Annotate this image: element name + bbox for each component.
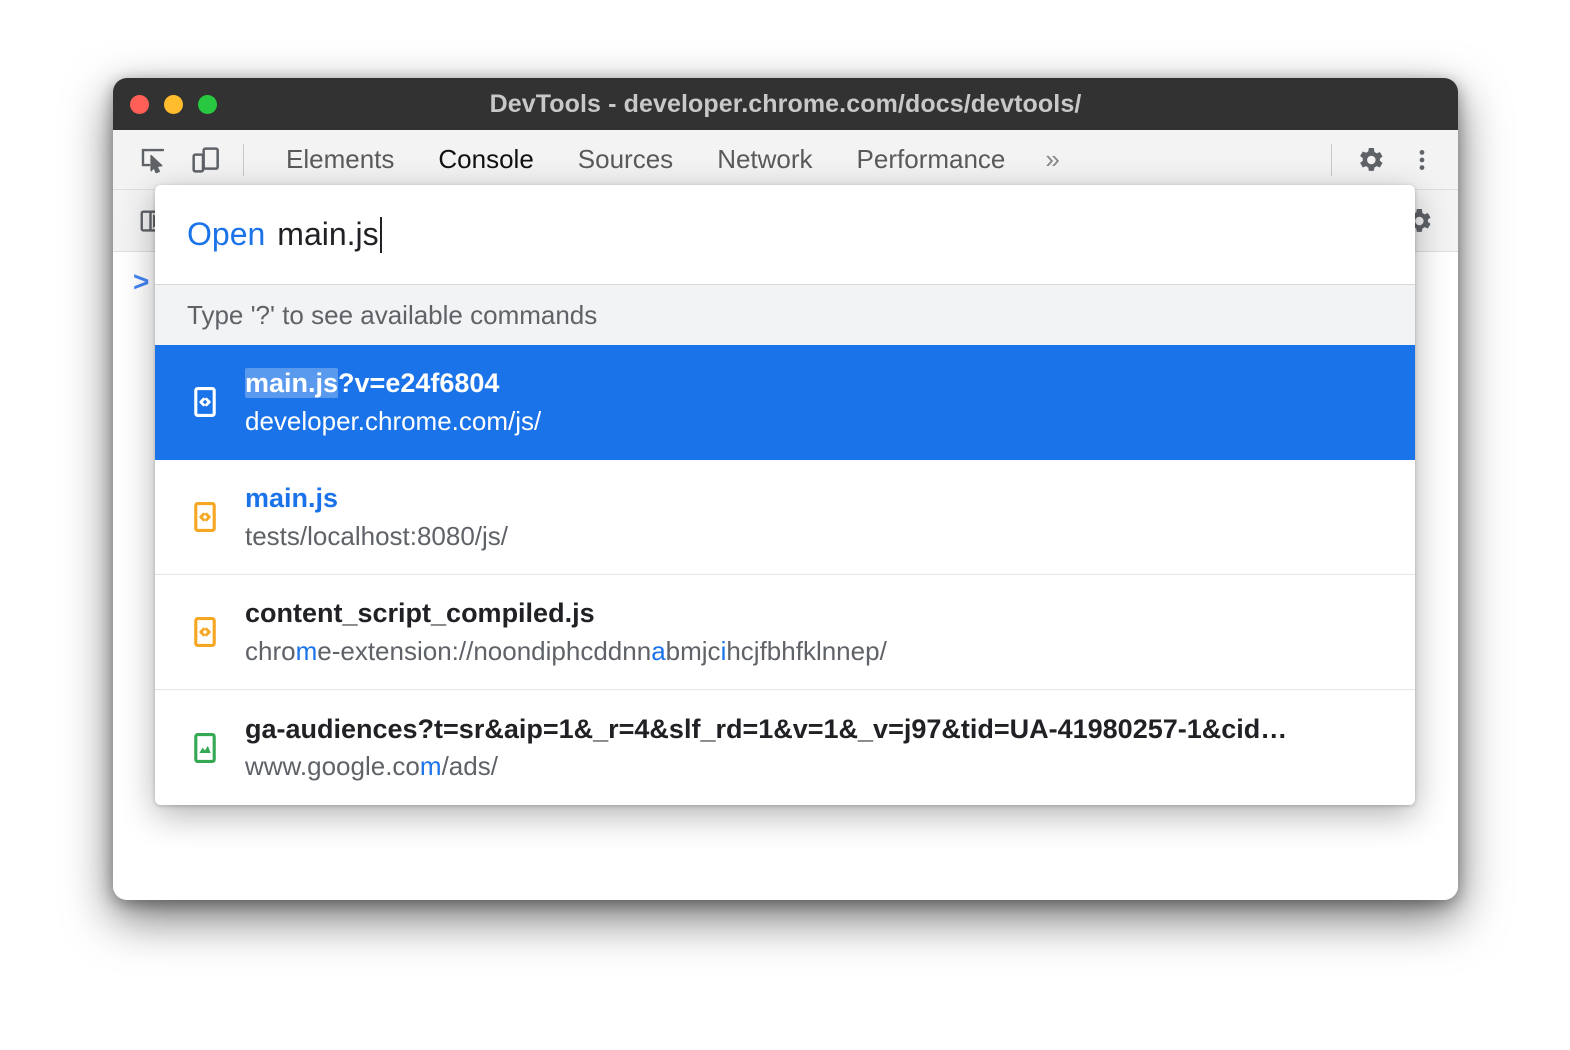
- image-file-icon: [183, 731, 227, 765]
- result-text-block: ga-audiences?t=sr&aip=1&_r=4&slf_rd=1&v=…: [245, 711, 1287, 785]
- tab-console[interactable]: Console: [416, 138, 555, 181]
- devtools-main-toolbar: Elements Console Sources Network Perform…: [113, 130, 1458, 190]
- command-menu-dialog: Open main.js Type '?' to see available c…: [155, 185, 1415, 805]
- script-file-icon: [183, 385, 227, 419]
- command-prefix-label: Open: [187, 216, 265, 253]
- text-caret: [380, 217, 382, 253]
- result-text-block: main.jstests/localhost:8080/js/: [245, 480, 508, 554]
- device-toolbar-icon[interactable]: [179, 136, 231, 184]
- toolbar-divider-right: [1331, 144, 1332, 176]
- command-menu-results: main.js?v=e24f6804developer.chrome.com/j…: [155, 345, 1415, 805]
- tab-network[interactable]: Network: [695, 138, 834, 181]
- script-file-icon: [183, 500, 227, 534]
- tab-elements[interactable]: Elements: [264, 138, 416, 181]
- toolbar-right-group: [1319, 136, 1458, 184]
- command-menu-result-row[interactable]: content_script_compiled.jschrome-extensi…: [155, 575, 1415, 690]
- command-menu-result-row[interactable]: main.js?v=e24f6804developer.chrome.com/j…: [155, 345, 1415, 460]
- result-text-block: main.js?v=e24f6804developer.chrome.com/j…: [245, 365, 541, 439]
- devtools-panel-tabs: Elements Console Sources Network Perform…: [264, 138, 1078, 181]
- traffic-light-buttons: [130, 78, 217, 130]
- console-prompt-arrow-icon: >: [133, 268, 149, 296]
- result-subtitle: www.google.com/ads/: [245, 749, 1287, 784]
- command-menu-input-row[interactable]: Open main.js: [155, 185, 1415, 285]
- result-title: ga-audiences?t=sr&aip=1&_r=4&slf_rd=1&v=…: [245, 711, 1287, 747]
- gear-icon[interactable]: [1344, 136, 1396, 184]
- window-titlebar: DevTools - developer.chrome.com/docs/dev…: [113, 78, 1458, 130]
- inspect-element-icon[interactable]: [127, 136, 179, 184]
- more-tabs-icon[interactable]: »: [1027, 140, 1077, 179]
- command-menu-hint: Type '?' to see available commands: [155, 285, 1415, 345]
- vertical-dots-icon[interactable]: [1396, 136, 1448, 184]
- close-window-button[interactable]: [130, 95, 149, 114]
- result-subtitle: chrome-extension://noondiphcddnnabmjcihc…: [245, 634, 887, 669]
- command-menu-result-row[interactable]: ga-audiences?t=sr&aip=1&_r=4&slf_rd=1&v=…: [155, 690, 1415, 805]
- result-title: main.js?v=e24f6804: [245, 365, 541, 401]
- maximize-window-button[interactable]: [198, 95, 217, 114]
- minimize-window-button[interactable]: [164, 95, 183, 114]
- tab-performance[interactable]: Performance: [835, 138, 1028, 181]
- command-query-input[interactable]: main.js: [277, 216, 378, 253]
- screenshot-stage: DevTools - developer.chrome.com/docs/dev…: [0, 0, 1570, 1050]
- window-title: DevTools - developer.chrome.com/docs/dev…: [490, 90, 1082, 119]
- result-subtitle: tests/localhost:8080/js/: [245, 519, 508, 554]
- tab-sources[interactable]: Sources: [556, 138, 695, 181]
- script-file-icon: [183, 615, 227, 649]
- result-title: main.js: [245, 480, 508, 516]
- command-menu-result-row[interactable]: main.jstests/localhost:8080/js/: [155, 460, 1415, 575]
- result-text-block: content_script_compiled.jschrome-extensi…: [245, 595, 887, 669]
- result-subtitle: developer.chrome.com/js/: [245, 404, 541, 439]
- toolbar-divider: [243, 144, 244, 176]
- result-title: content_script_compiled.js: [245, 595, 887, 631]
